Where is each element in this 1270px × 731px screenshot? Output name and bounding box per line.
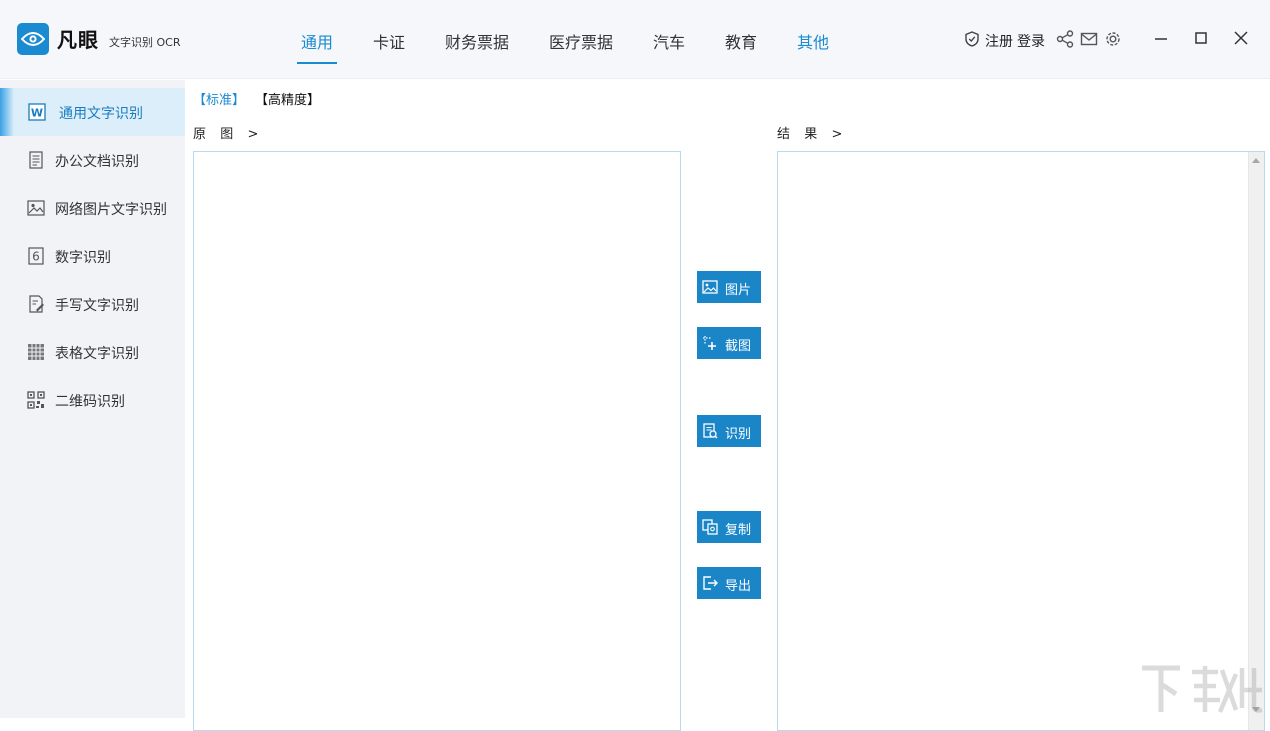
sidebar-item-label: 手写文字识别 [55,295,139,315]
sidebar-item-label: 表格文字识别 [55,343,139,363]
document-icon [27,151,45,169]
copy-icon [702,519,718,535]
sidebar-item-qrcode[interactable]: 二维码识别 [0,376,185,424]
sidebar-item-label: 数字识别 [55,247,111,267]
tab-other[interactable]: 其他 [797,29,829,53]
mail-icon[interactable] [1080,30,1098,48]
sidebar-item-general-text[interactable]: W 通用文字识别 [0,88,185,136]
sidebar-item-digits[interactable]: 6 数字识别 [0,232,185,280]
open-picture-button[interactable]: 图片 [697,271,761,303]
svg-text:W: W [31,107,43,120]
export-button-label: 导出 [725,575,751,594]
sidebar: W 通用文字识别 办公文档识别 网络图片文字识别 6 数字识别 手写文字识别 [0,80,185,718]
word-icon: W [28,103,46,121]
sidebar-item-office-doc[interactable]: 办公文档识别 [0,136,185,184]
active-tab-underline [297,62,337,64]
shield-icon [965,31,979,47]
copy-button-label: 复制 [725,519,751,538]
table-icon [27,343,45,361]
source-image-panel[interactable] [193,151,681,731]
recognize-button-label: 识别 [725,423,751,442]
sidebar-item-label: 办公文档识别 [55,151,139,171]
tab-finance-bills[interactable]: 财务票据 [445,29,509,53]
screenshot-icon [702,335,718,351]
qrcode-icon [27,391,45,409]
result-text-panel[interactable] [777,151,1265,731]
sidebar-item-label: 网络图片文字识别 [55,199,167,219]
tab-car[interactable]: 汽车 [653,29,685,53]
title-bar: 凡眼 文字识别 OCR 通用 卡证 财务票据 医疗票据 汽车 教育 其他 注册 … [0,0,1270,79]
source-image-label: 原 图 > [193,123,260,142]
close-icon[interactable] [1229,26,1253,50]
screenshot-button[interactable]: 截图 [697,327,761,359]
app-subtitle: 文字识别 OCR [109,34,180,50]
mode-standard-toggle[interactable]: 【标准】 [193,89,245,108]
export-icon [702,575,718,591]
tab-medical-bills[interactable]: 医疗票据 [549,29,613,53]
sidebar-item-label: 二维码识别 [55,391,125,411]
export-button[interactable]: 导出 [697,567,761,599]
open-picture-button-label: 图片 [725,279,751,298]
sidebar-item-table[interactable]: 表格文字识别 [0,328,185,376]
maximize-icon[interactable] [1189,26,1213,50]
minimize-icon[interactable] [1149,26,1173,50]
handwriting-icon [27,295,45,313]
sidebar-item-web-image[interactable]: 网络图片文字识别 [0,184,185,232]
screenshot-button-label: 截图 [725,335,751,354]
sidebar-item-label: 通用文字识别 [59,103,143,123]
tab-general[interactable]: 通用 [301,29,333,53]
tab-education[interactable]: 教育 [725,29,757,53]
site-watermark-logo [1136,660,1266,718]
login-link[interactable]: 登录 [1017,31,1045,51]
picture-icon [702,279,718,295]
settings-icon[interactable] [1104,30,1122,48]
register-link[interactable]: 注册 [985,31,1013,51]
digit-six-icon: 6 [27,247,45,265]
scroll-up-arrow-icon[interactable] [1252,158,1260,163]
result-scrollbar[interactable] [1248,152,1264,730]
recognize-button[interactable]: 识别 [697,415,761,447]
result-label: 结 果 > [777,123,844,142]
mode-high-precision-toggle[interactable]: 【高精度】 [255,89,320,108]
recognize-icon [702,423,718,439]
svg-text:6: 6 [32,250,40,264]
copy-button[interactable]: 复制 [697,511,761,543]
share-icon[interactable] [1056,30,1074,48]
sidebar-item-handwriting[interactable]: 手写文字识别 [0,280,185,328]
image-icon [27,199,45,217]
app-name: 凡眼 [57,24,99,53]
eye-logo-icon [17,23,49,55]
tab-cards[interactable]: 卡证 [373,29,405,53]
